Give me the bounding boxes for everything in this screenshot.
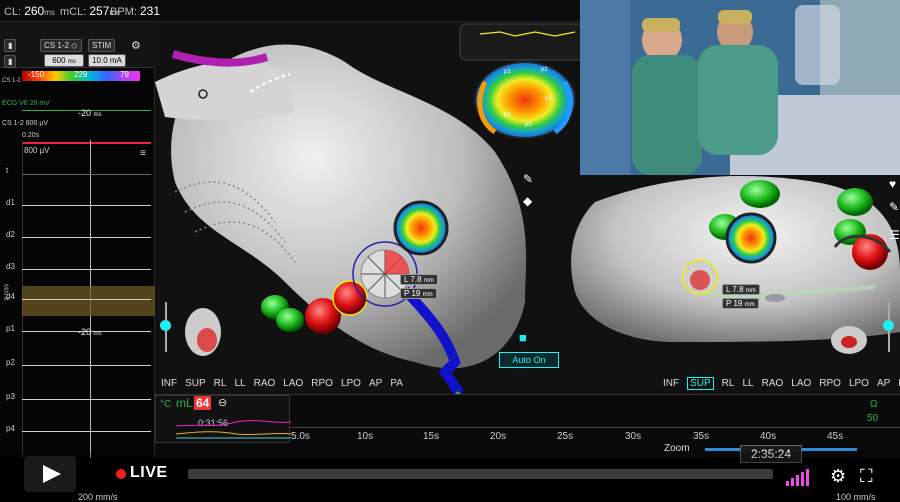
lead-scale: 800 µV ≡ [24,146,146,159]
tick-15s: 15s [423,431,440,442]
pen-icon[interactable]: ✎ [889,200,899,214]
tick-45s: 45s [827,431,844,442]
lead-p3: p3 [0,392,155,406]
view-inf[interactable]: INF [161,378,177,389]
view-ap[interactable]: AP [369,378,382,389]
tag-icon[interactable]: ✎ [523,172,533,186]
left-slider-knob[interactable] [160,320,171,331]
surgery-video-inset[interactable] [580,0,900,175]
distance-tag-p: P 19 mm [400,288,437,299]
sensor-p1: p1 [504,69,511,75]
speed-label-left: 200 mm/s [78,492,118,502]
play-button[interactable] [24,456,76,492]
sensor-p3: p3 [545,96,552,102]
activation-disc-left [393,200,449,256]
timeline-axis [290,427,900,428]
video-frame [580,0,900,175]
sensor-p2: p2 [541,67,548,73]
menu-icon[interactable]: ≡ [140,148,146,159]
lead-p2: p2 [0,358,155,372]
distance-tag-l-right: L 7.8 mm [722,284,760,295]
view-lpo-r[interactable]: LPO [849,378,869,389]
sensor-p4: p4 [504,112,511,118]
omega-value: 50 [867,413,879,424]
view-sup-r[interactable]: SUP [687,377,714,390]
camera-icon[interactable]: ■ [519,330,527,345]
heart-icon[interactable]: ♥ [889,177,896,191]
lead-d1: d1 [0,198,155,212]
view-selector-right: INFSUPRLLLRAOLAORPOLPOAPPA [663,377,900,390]
side-label: MIN B [2,284,8,301]
view-lao-r[interactable]: LAO [791,378,811,389]
tick-5s: 5.0s [291,431,310,442]
lead-p1: p1 -20 ms [0,324,155,338]
lead-p4: p4 [0,424,155,438]
signal-strength-icon[interactable] [786,468,811,486]
view-inf-r[interactable]: INF [663,378,679,389]
video-player-bar: LIVE ⚙ ⛶ 200 mm/s 100 mm/s [0,452,900,502]
lead-cs12: CS 1-2 [2,78,21,84]
channel-select[interactable]: CS 1-2 ◇ [40,39,82,52]
tick-40s: 40s [760,431,777,442]
lead-cs12-c: 0.20s [0,132,155,146]
current-field[interactable]: 10.0 mA [88,54,126,67]
signal-controls: ▮ CS 1-2 ◇ STIM ⚙ ▮ 600 ms 10.0 mA [0,22,155,68]
lead-d3: d3 [0,262,155,276]
distance-tag-l: L 7.8 mm [400,274,438,285]
lead-d2: d2 [0,230,155,244]
view-rao[interactable]: RAO [254,378,276,389]
view-selector-left: INF SUP RL LL RAO LAO RPO LPO AP PA [161,378,411,389]
view-rpo-r[interactable]: RPO [819,378,841,389]
view-sup[interactable]: SUP [185,378,206,389]
tick-35s: 35s [693,431,710,442]
view-rl-r[interactable]: RL [722,378,735,389]
live-dot-icon [116,469,126,479]
lead-d4: d4 [0,292,155,306]
tick-30s: 30s [625,431,642,442]
view-ll-r[interactable]: LL [742,378,753,389]
tick-25s: 25s [557,431,574,442]
view-rpo[interactable]: RPO [311,378,333,389]
tick-20s: 20s [490,431,507,442]
gear-icon[interactable]: ⚙ [128,38,144,53]
view-rl[interactable]: RL [214,378,227,389]
layers-icon[interactable]: ☰ [889,228,900,242]
view-ap-r[interactable]: AP [877,378,890,389]
live-indicator[interactable]: LIVE [130,464,168,482]
bpm-stat: BPM: 231 [110,4,160,18]
ablation-point-2 [332,280,368,316]
ml-panel: °C mL 64 ⊖ 0:31:56 [155,395,291,443]
speed-label: 100 mm/s [836,492,876,502]
omega-label: Ω [870,399,878,410]
activation-disc-right [725,212,777,264]
signal-panel: ▮ CS 1-2 ◇ STIM ⚙ ▮ 600 ms 10.0 mA -150 … [0,22,155,458]
right-slider-knob[interactable] [883,320,894,331]
cl-stat: CL: 260ms [4,4,55,18]
marker-trace [22,142,151,144]
cycle-length-field[interactable]: 600 ms [44,54,84,67]
view-lao[interactable]: LAO [283,378,303,389]
gear-icon[interactable]: ⚙ [830,466,846,487]
sensor-p5: p5 [525,122,532,128]
bookmark-icon[interactable]: ◆ [523,194,532,208]
stim-button[interactable]: STIM [88,39,116,52]
lead-ecg: ECG V6 20 mV -20 ms [0,100,155,118]
lead-t: t [0,166,155,180]
fullscreen-icon[interactable]: ⛶ [860,466,873,487]
view-rao-r[interactable]: RAO [762,378,784,389]
progress-bar[interactable] [188,469,773,479]
view-lpo[interactable]: LPO [341,378,361,389]
view-pa[interactable]: PA [390,378,403,389]
settings-icon[interactable]: ▮ [4,39,17,52]
auto-on-button[interactable]: Auto On [499,352,559,368]
distance-tag-p-right: P 19 mm [722,298,759,309]
record-icon[interactable]: ▮ [4,55,17,68]
tick-10s: 10s [357,431,374,442]
anatomy-vessel-top [155,61,295,121]
view-ll[interactable]: LL [234,378,245,389]
